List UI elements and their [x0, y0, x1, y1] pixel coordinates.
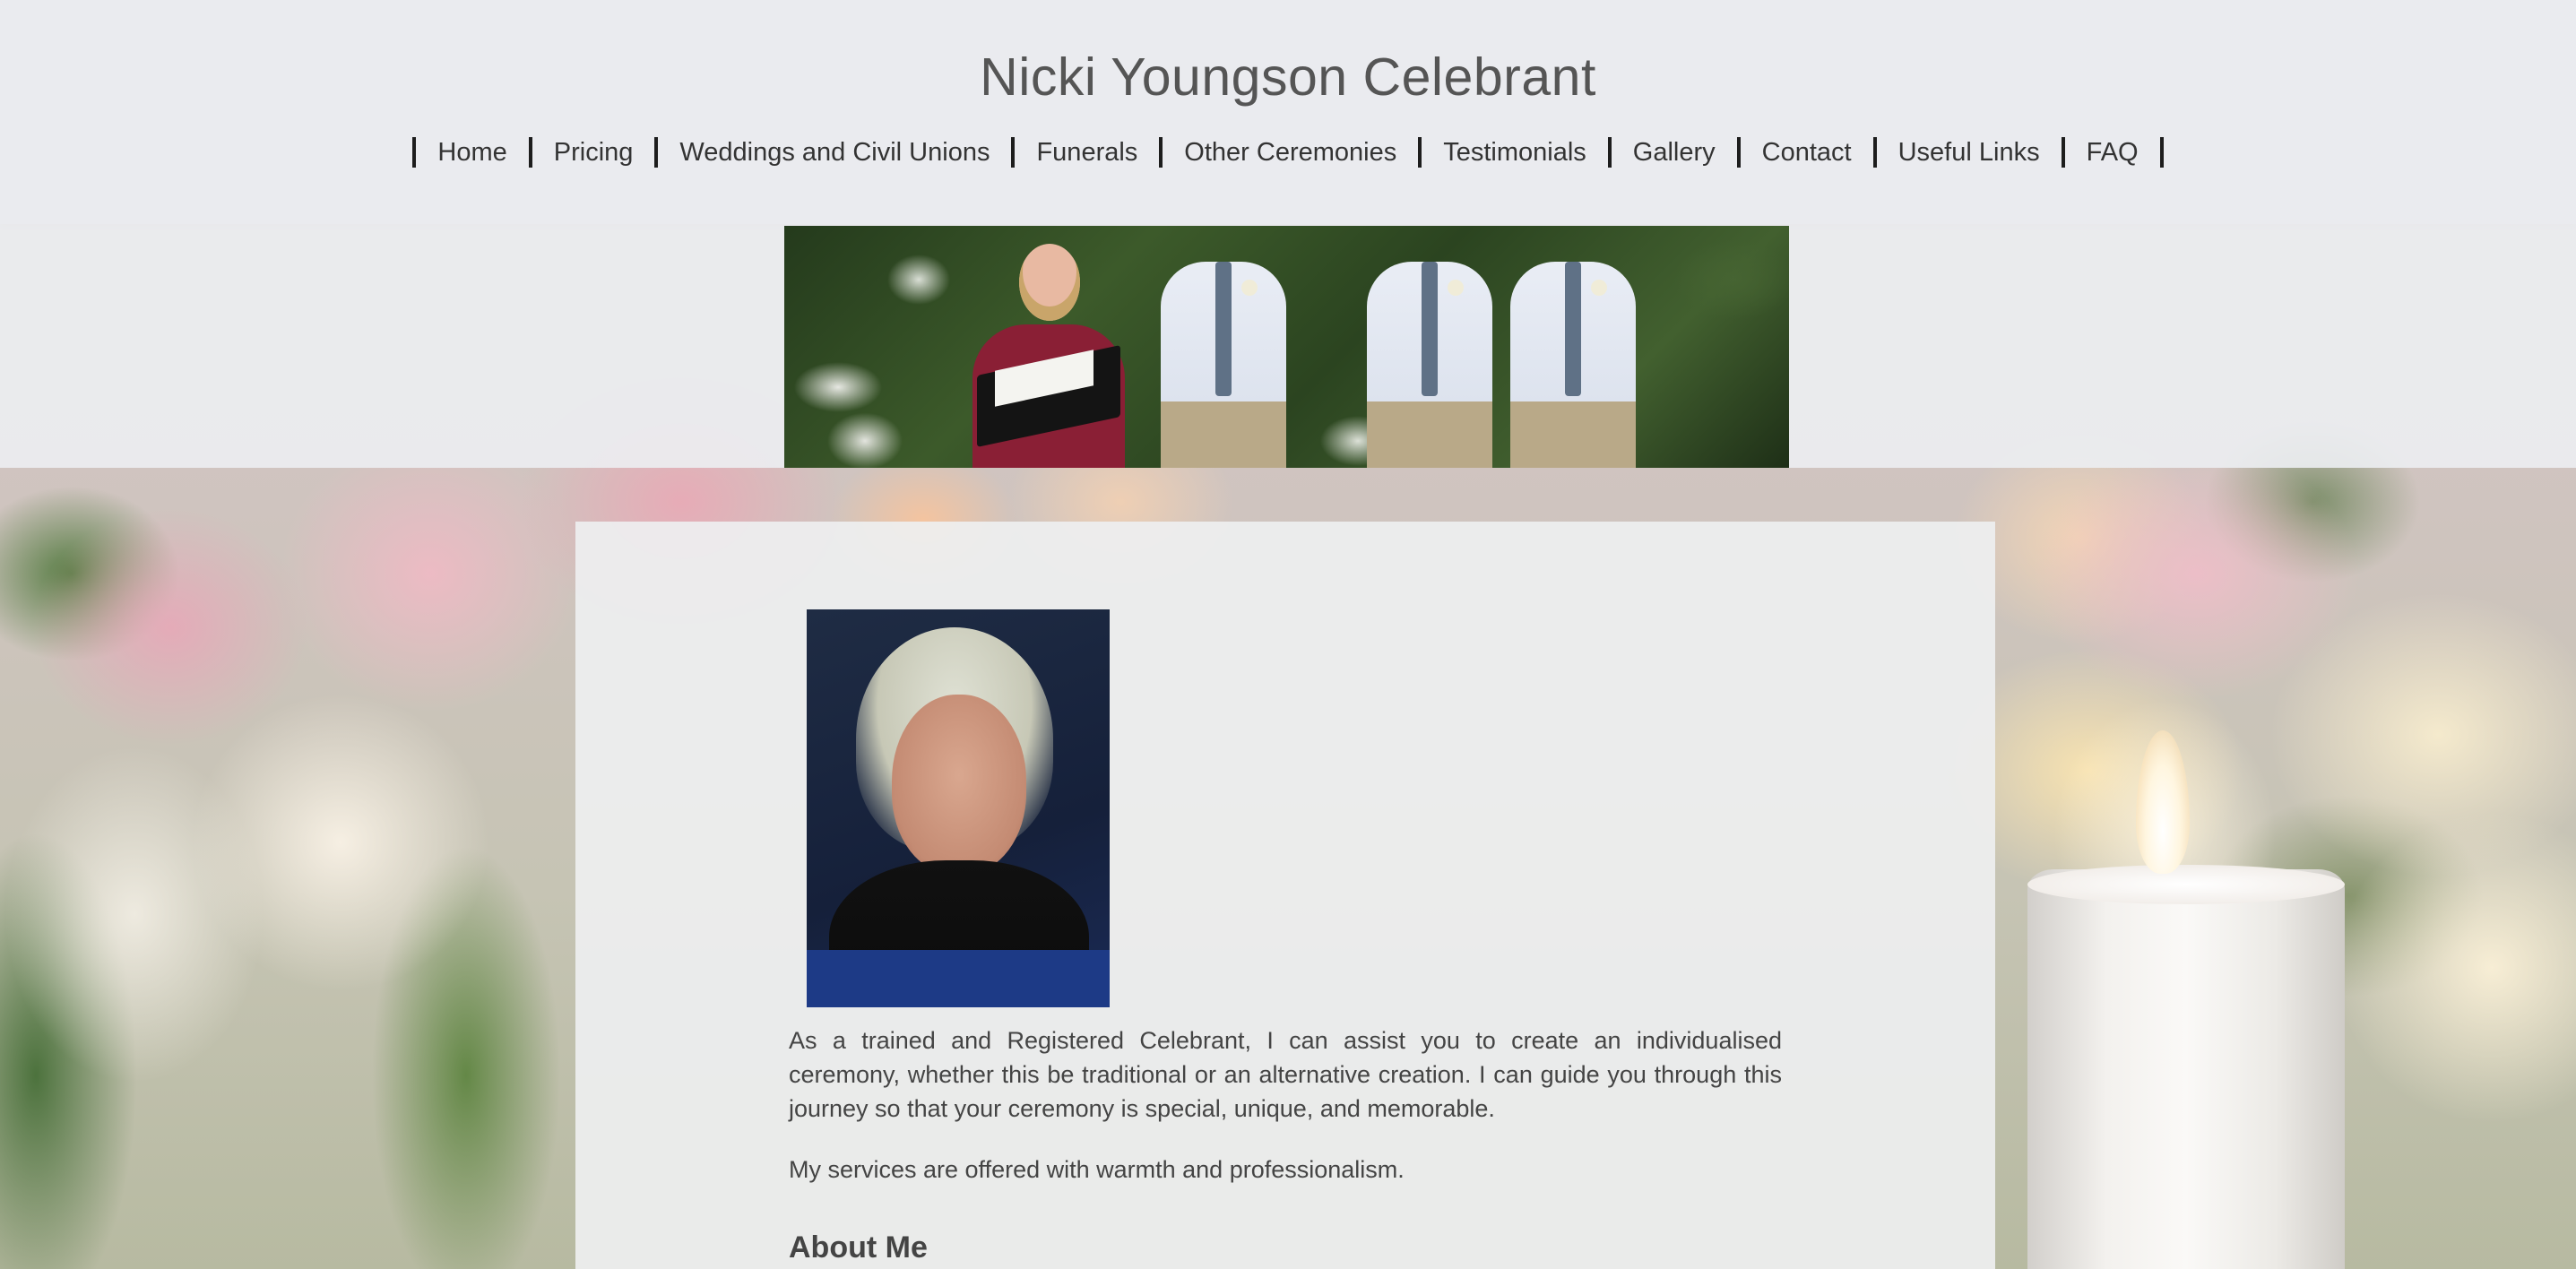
nav-item-home[interactable]: Home	[416, 138, 528, 168]
nav-item-testimonials[interactable]: Testimonials	[1422, 138, 1608, 168]
boutonniere	[1591, 280, 1607, 296]
site-header: Nicki Youngson Celebrant Home Pricing We…	[0, 0, 2576, 224]
groomsman-tie	[1565, 262, 1581, 396]
nav-item-pricing[interactable]: Pricing	[532, 138, 655, 168]
portrait-coat	[807, 950, 1110, 1007]
about-me-heading: About Me	[789, 1230, 928, 1265]
nav-item-contact[interactable]: Contact	[1741, 138, 1873, 168]
nav-item-useful-links[interactable]: Useful Links	[1877, 138, 2062, 168]
boutonniere	[1241, 280, 1258, 296]
celebrant-portrait-photo	[807, 609, 1110, 1007]
candle-top	[2027, 865, 2345, 904]
nav-item-weddings[interactable]: Weddings and Civil Unions	[658, 138, 1011, 168]
nav-item-gallery[interactable]: Gallery	[1612, 138, 1737, 168]
portrait-face	[892, 695, 1026, 874]
banner-photo-wedding-party	[784, 226, 1789, 468]
services-paragraph: My services are offered with warmth and …	[789, 1156, 1405, 1183]
intro-paragraph: As a trained and Registered Celebrant, I…	[789, 1027, 1782, 1122]
site-title[interactable]: Nicki Youngson Celebrant	[0, 47, 2576, 108]
main-nav: Home Pricing Weddings and Civil Unions F…	[0, 137, 2576, 168]
groomsman-tie	[1422, 262, 1438, 396]
celebrant-head	[1019, 244, 1080, 321]
nav-item-other-ceremonies[interactable]: Other Ceremonies	[1163, 138, 1418, 168]
nav-item-faq[interactable]: FAQ	[2065, 138, 2160, 168]
candle	[2027, 869, 2345, 1269]
groomsman-tie	[1215, 262, 1232, 396]
boutonniere	[1448, 280, 1464, 296]
nav-separator	[2159, 137, 2164, 168]
nav-item-funerals[interactable]: Funerals	[1015, 138, 1159, 168]
